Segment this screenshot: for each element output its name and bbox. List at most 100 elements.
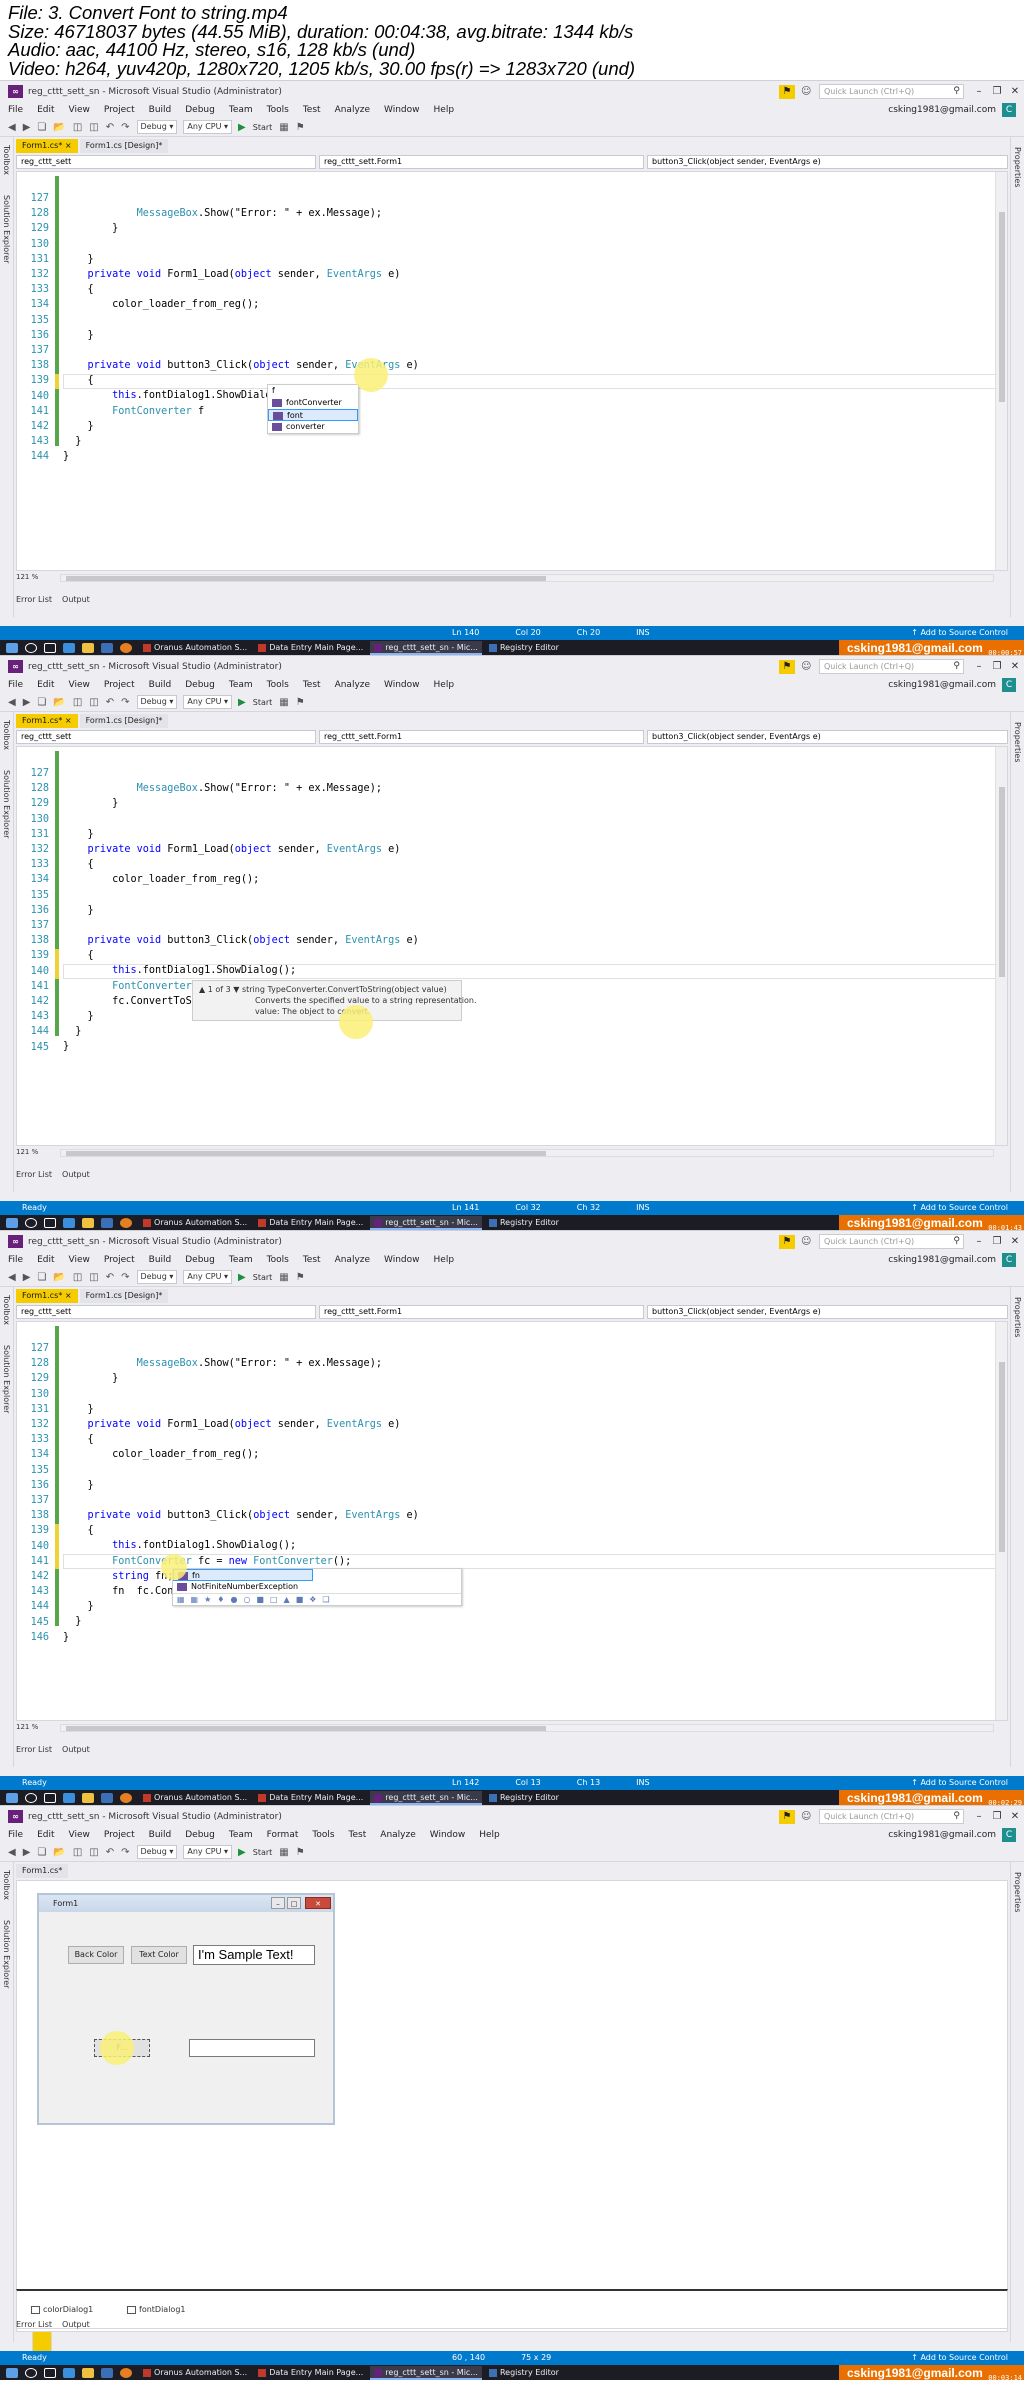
menu-help[interactable]: Help (434, 105, 455, 115)
user-account[interactable]: csking1981@gmail.com (888, 1255, 996, 1265)
code-line[interactable]: 127 MessageBox.Show("Error: " + ex.Messa… (17, 1326, 1007, 1369)
menu-format[interactable]: Format (267, 1830, 299, 1840)
add-to-source-control[interactable]: ↑ Add to Source Control (911, 626, 1008, 640)
member-dropdown[interactable]: button3_Click(object sender, EventArgs e… (647, 155, 1008, 169)
zoom-level[interactable]: 121 % (16, 573, 56, 583)
back-icon[interactable]: ◀ (8, 1272, 16, 1283)
menu-build[interactable]: Build (149, 1255, 172, 1265)
maximize-button[interactable]: ❐ (988, 661, 1006, 672)
member-dropdown[interactable]: button3_Click(object sender, EventArgs e… (647, 730, 1008, 744)
properties-tab[interactable]: Properties (1013, 147, 1022, 187)
feedback-icon[interactable]: ☺ (801, 86, 813, 97)
code-line[interactable]: 132 { (17, 252, 1007, 295)
menu-edit[interactable]: Edit (37, 680, 54, 690)
menu-file[interactable]: File (8, 105, 23, 115)
code-text[interactable]: } (63, 1039, 69, 1054)
platform-select[interactable]: Any CPU ▾ (183, 120, 233, 134)
color-dialog-component[interactable]: colorDialog1 (31, 2305, 93, 2314)
completion-item[interactable]: converter (268, 421, 358, 433)
quick-launch-input[interactable]: Quick Launch (Ctrl+Q) ⚲ (819, 1234, 964, 1249)
error-list-tab[interactable]: Error List (16, 2320, 52, 2332)
menu-test[interactable]: Test (349, 1830, 367, 1840)
code-line[interactable]: 131 private void Form1_Load(object sende… (17, 237, 1007, 280)
code-line[interactable]: 133 color_loader_from_reg(); (17, 1417, 1007, 1460)
code-line[interactable]: 132 { (17, 827, 1007, 870)
platform-select[interactable]: Any CPU ▾ (183, 1270, 233, 1284)
output-tab[interactable]: Output (62, 595, 90, 607)
solution-explorer-tab[interactable]: Solution Explorer (2, 1920, 11, 1988)
windows-start-icon[interactable] (6, 1793, 18, 1803)
back-icon[interactable]: ◀ (8, 122, 16, 133)
minimize-button[interactable]: – (970, 86, 988, 97)
notification-flag-icon[interactable]: ⚑ (779, 84, 795, 99)
start-button[interactable]: Start (253, 1848, 273, 1857)
menu-help[interactable]: Help (434, 1255, 455, 1265)
save-all-icon[interactable]: ◫ (89, 1272, 98, 1283)
open-file-icon[interactable]: 📂 (53, 697, 65, 708)
file-explorer-icon[interactable] (82, 643, 94, 653)
menu-window[interactable]: Window (430, 1830, 466, 1840)
overload-counter[interactable]: ▲ 1 of 3 ▼ (199, 985, 239, 994)
close-button[interactable]: ✕ (1006, 1236, 1024, 1247)
menu-analyze[interactable]: Analyze (335, 1255, 370, 1265)
output-tab[interactable]: Output (62, 1745, 90, 1757)
toolbar-misc-icon[interactable]: ▦ (279, 122, 288, 133)
bookmark-icon[interactable]: ⚑ (296, 697, 305, 708)
font-dialog-component[interactable]: fontDialog1 (127, 2305, 186, 2314)
menu-team[interactable]: Team (229, 1830, 253, 1840)
code-editor[interactable]: 127 MessageBox.Show("Error: " + ex.Messa… (16, 1321, 1008, 1721)
maximize-button[interactable]: ❐ (988, 1236, 1006, 1247)
project-dropdown[interactable]: reg_cttt_sett (16, 155, 316, 169)
toolbar-misc-icon[interactable]: ▦ (279, 697, 288, 708)
class-dropdown[interactable]: reg_cttt_sett.Form1 (319, 155, 644, 169)
cortana-icon[interactable] (25, 2368, 37, 2378)
code-line[interactable]: 141 fc.ConvertToString() (17, 964, 1007, 1007)
redo-icon[interactable]: ↷ (121, 697, 129, 708)
form1-window[interactable]: Form1 – □ ✕ Back Color Text Color I'm Sa… (37, 1893, 335, 2125)
error-list-tab[interactable]: Error List (16, 1170, 52, 1182)
menu-test[interactable]: Test (303, 680, 321, 690)
menu-view[interactable]: View (69, 1255, 90, 1265)
configuration-select[interactable]: Debug ▾ (136, 695, 178, 709)
text-color-button[interactable]: Text Color (131, 1946, 187, 1964)
code-line[interactable]: 128 } (17, 191, 1007, 234)
code-line[interactable]: 129 (17, 206, 1007, 234)
code-line[interactable]: 131 private void Form1_Load(object sende… (17, 812, 1007, 855)
taskbar-app[interactable]: Registry Editor (485, 2366, 563, 2380)
redo-icon[interactable]: ↷ (121, 1847, 129, 1858)
start-button[interactable]: Start (253, 1273, 273, 1282)
code-line[interactable]: 145 (17, 1025, 1007, 1053)
vertical-scrollbar[interactable] (995, 747, 1007, 1145)
close-button[interactable]: ✕ (1006, 661, 1024, 672)
save-icon[interactable]: ◫ (73, 1847, 82, 1858)
code-editor[interactable]: 127 MessageBox.Show("Error: " + ex.Messa… (16, 746, 1008, 1146)
quick-launch-input[interactable]: Quick Launch (Ctrl+Q) ⚲ (819, 84, 964, 99)
project-dropdown[interactable]: reg_cttt_sett (16, 730, 316, 744)
quick-launch-input[interactable]: Quick Launch (Ctrl+Q) ⚲ (819, 659, 964, 674)
code-line[interactable]: 128 } (17, 766, 1007, 809)
bookmark-icon[interactable]: ⚑ (296, 1272, 305, 1283)
cortana-icon[interactable] (25, 1218, 37, 1228)
menu-team[interactable]: Team (229, 105, 253, 115)
menu-window[interactable]: Window (384, 1255, 420, 1265)
menu-tools[interactable]: Tools (267, 1255, 289, 1265)
undo-icon[interactable]: ↶ (106, 1272, 114, 1283)
menu-tools[interactable]: Tools (312, 1830, 334, 1840)
code-line[interactable]: 136 (17, 1463, 1007, 1491)
file-explorer-icon[interactable] (82, 1218, 94, 1228)
task-view-icon[interactable] (44, 1793, 56, 1803)
forward-icon[interactable]: ▶ (23, 122, 31, 133)
code-line[interactable]: 131 private void Form1_Load(object sende… (17, 1387, 1007, 1430)
undo-icon[interactable]: ↶ (106, 122, 114, 133)
code-line[interactable]: 138 { (17, 1493, 1007, 1536)
taskbar-app[interactable]: Registry Editor (485, 1216, 563, 1230)
chrome-icon[interactable] (120, 1218, 132, 1228)
menu-project[interactable]: Project (104, 680, 135, 690)
start-icon[interactable]: ▶ (238, 697, 246, 708)
avatar[interactable]: C (1002, 1253, 1016, 1267)
menu-help[interactable]: Help (434, 680, 455, 690)
code-line[interactable]: 138 { (17, 343, 1007, 386)
close-button[interactable]: ✕ (1006, 86, 1024, 97)
menu-team[interactable]: Team (229, 1255, 253, 1265)
solution-explorer-tab[interactable]: Solution Explorer (2, 1345, 11, 1413)
